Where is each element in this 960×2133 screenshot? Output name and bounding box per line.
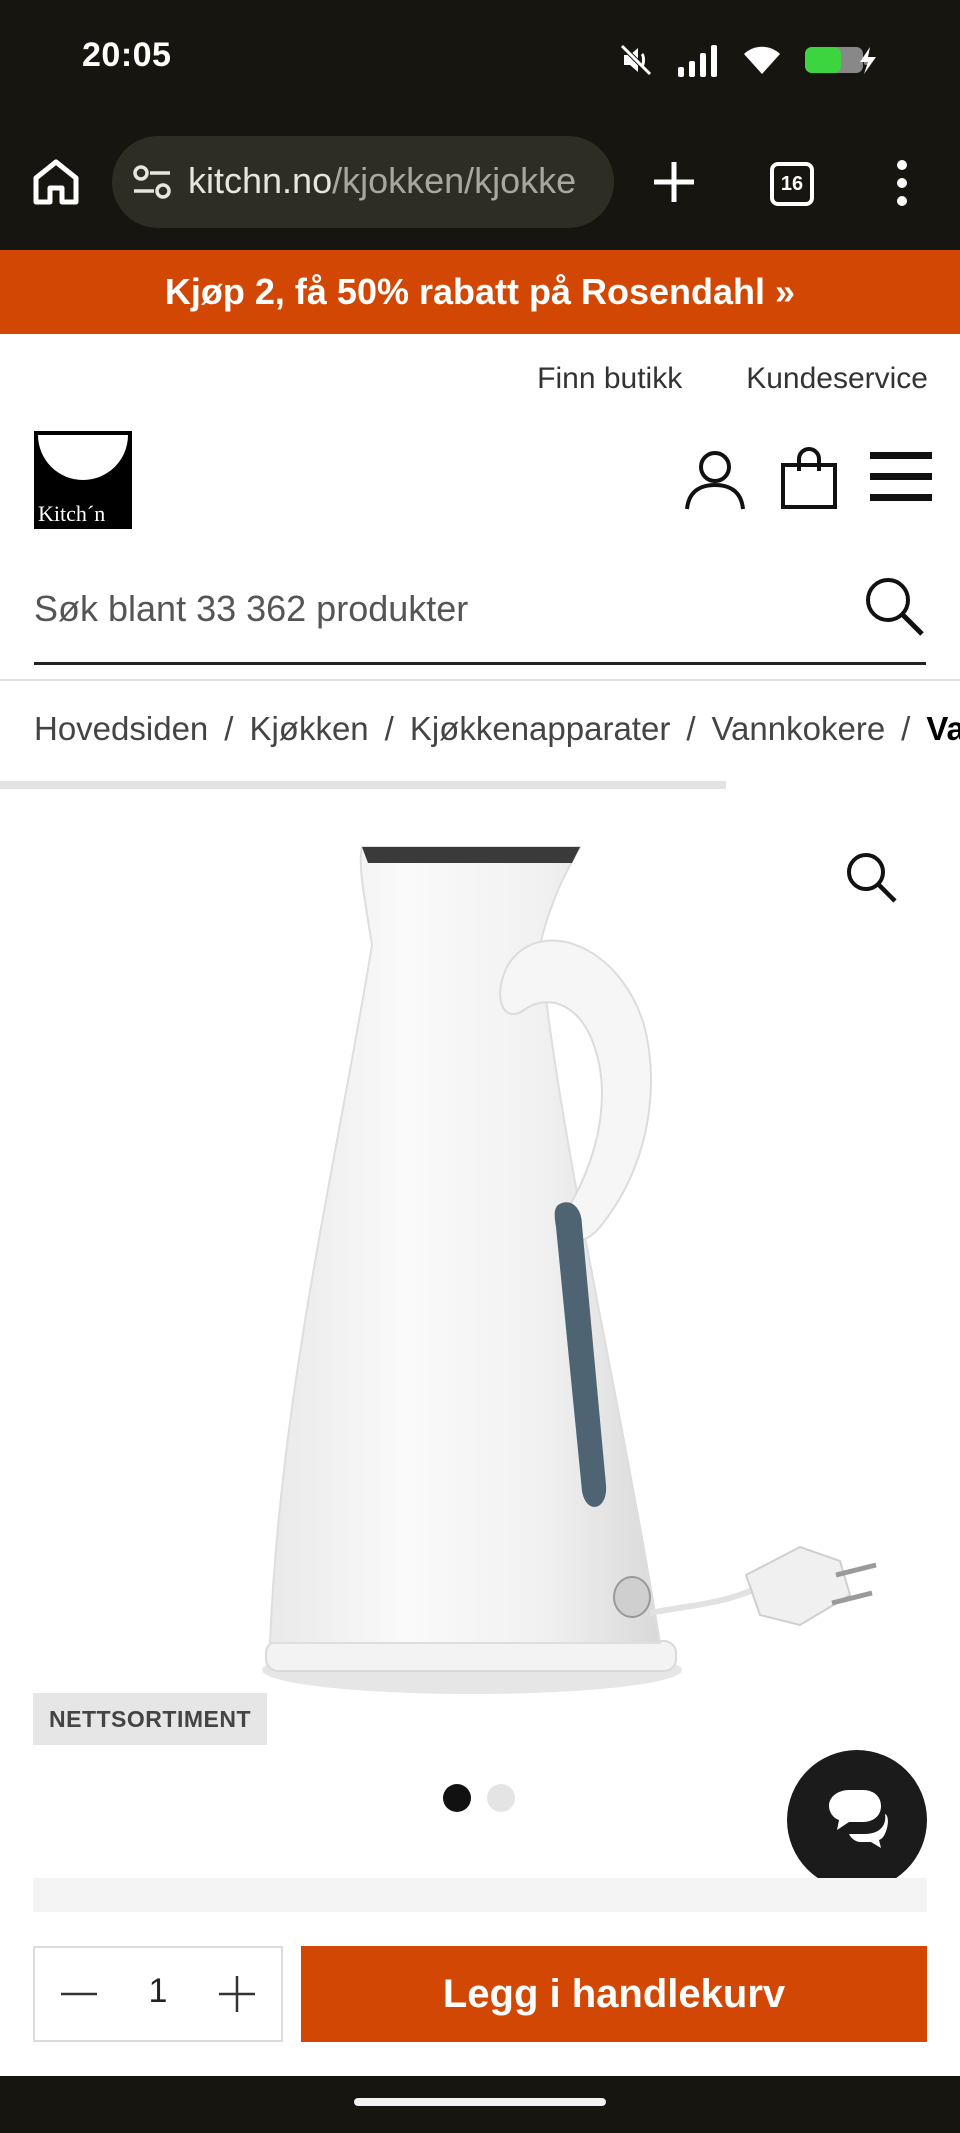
breadcrumb-separator: /	[384, 710, 394, 747]
mute-icon	[620, 44, 652, 76]
home-gesture-handle[interactable]	[354, 2098, 606, 2106]
battery-charging-icon	[805, 47, 876, 74]
carousel-dot-1[interactable]	[443, 1784, 471, 1812]
status-icons	[618, 40, 878, 80]
carousel-dot-2[interactable]	[487, 1784, 515, 1812]
quantity-stepper: 1	[33, 1946, 283, 2042]
shopping-bag-icon[interactable]	[780, 447, 838, 509]
account-icon[interactable]	[683, 447, 747, 511]
breadcrumb-kitchen[interactable]: Kjøkken	[249, 710, 368, 747]
info-strip	[33, 1878, 927, 1912]
chat-button[interactable]	[787, 1750, 927, 1890]
signal-icon	[678, 45, 717, 77]
chat-icon	[829, 1790, 888, 1848]
zoom-icon[interactable]	[844, 850, 898, 904]
url-domain: kitchn.no	[188, 160, 333, 201]
url-text[interactable]: kitchn.no/kjokken/kjokke	[188, 160, 576, 202]
search-placeholder[interactable]: Søk blant 33 362 produkter	[34, 588, 468, 630]
system-nav-bar	[0, 2076, 960, 2133]
top-links: Finn butikk Kundeservice	[537, 362, 928, 396]
add-to-cart-button[interactable]: Legg i handlekurv	[301, 1946, 927, 2042]
more-vert-icon[interactable]	[890, 158, 914, 208]
search-icon[interactable]	[862, 574, 926, 638]
address-bar[interactable]: kitchn.no/kjokken/kjokke	[112, 136, 614, 228]
status-time: 20:05	[82, 36, 172, 74]
logo-text: Kitch´n	[38, 501, 106, 526]
status-bar: 20:05	[0, 0, 960, 120]
product-image-kettle[interactable]	[240, 835, 900, 1705]
find-store-link[interactable]: Finn butikk	[537, 362, 682, 396]
plus-icon[interactable]	[217, 1974, 257, 2014]
menu-icon[interactable]	[870, 450, 932, 504]
breadcrumb-appliances[interactable]: Kjøkkenapparater	[410, 710, 670, 747]
header-divider	[0, 679, 960, 681]
tab-switcher-button[interactable]: 16	[770, 162, 814, 206]
customer-service-link[interactable]: Kundeservice	[746, 362, 928, 396]
breadcrumb-separator: /	[224, 710, 234, 747]
product-badge: NETTSORTIMENT	[33, 1693, 267, 1745]
wifi-icon	[744, 46, 780, 74]
breadcrumb: Hovedsiden / Kjøkken / Kjøkkenapparater / Vann…	[34, 710, 960, 748]
new-tab-icon[interactable]	[652, 160, 696, 204]
breadcrumb-home[interactable]: Hovedsiden	[34, 710, 208, 747]
breadcrumb-separator: /	[686, 710, 696, 747]
promo-banner[interactable]: Kjøp 2, få 50% rabatt på Rosendahl »	[0, 250, 960, 334]
search-field[interactable]: Søk blant 33 362 produkter	[34, 570, 926, 665]
breadcrumb-scrollbar[interactable]	[0, 781, 726, 789]
browser-toolbar: kitchn.no/kjokken/kjokke 16	[0, 120, 960, 250]
carousel-dots	[443, 1784, 515, 1812]
home-icon[interactable]	[30, 156, 82, 208]
breadcrumb-separator: /	[901, 710, 911, 747]
site-settings-icon[interactable]	[132, 164, 172, 200]
breadcrumb-current: Va	[926, 710, 960, 747]
breadcrumb-kettles[interactable]: Vannkokere	[712, 710, 886, 747]
site-logo[interactable]: Kitch´n	[34, 431, 132, 529]
url-path: /kjokken/kjokke	[332, 160, 577, 201]
